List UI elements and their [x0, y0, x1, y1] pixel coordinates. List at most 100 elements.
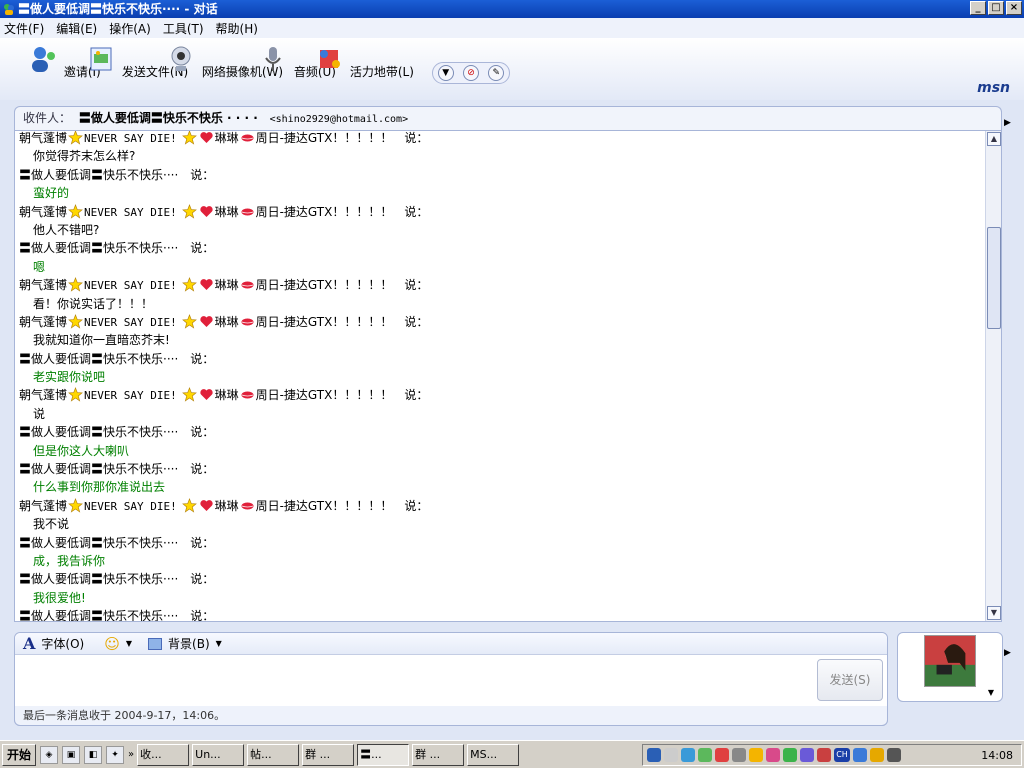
tray-icon[interactable]	[800, 748, 814, 762]
task-item[interactable]: 收...	[137, 743, 190, 766]
quicklaunch-icon[interactable]: ✦	[106, 745, 125, 764]
says-label: 说：	[190, 462, 215, 477]
background-icon[interactable]	[148, 637, 163, 650]
tray-icon[interactable]	[853, 748, 867, 762]
chevron-down-icon[interactable]: ▼	[437, 65, 454, 81]
menu-edit[interactable]: 编辑(E)	[56, 20, 97, 37]
pen-icon[interactable]: ✎	[488, 65, 505, 81]
message-text: 我就知道你一直暗恋芥末!	[33, 333, 170, 348]
star-icon	[68, 387, 83, 403]
menu-actions[interactable]: 操作(A)	[109, 20, 151, 37]
minimize-button[interactable]: _	[970, 1, 986, 15]
menu-file[interactable]: 文件(F)	[4, 20, 44, 37]
activities-icon	[320, 50, 340, 68]
chevron-right-icon[interactable]: ▶	[1004, 118, 1011, 128]
start-button[interactable]: 开始	[2, 743, 37, 766]
sender-name-part: NEVER SAY DIE!	[84, 499, 177, 513]
says-label: 说：	[404, 131, 429, 145]
sender-line: 〓做人要低调〓快乐不快乐···· 说：	[19, 534, 979, 552]
chevron-down-icon[interactable]: ▼	[988, 688, 994, 697]
quicklaunch-icon[interactable]: ▣	[62, 745, 81, 764]
sender-name-part: 琳琳	[214, 314, 239, 329]
avatar[interactable]	[924, 635, 976, 687]
lips-icon	[240, 314, 255, 329]
background-button[interactable]: 背景(B)	[168, 635, 210, 652]
sender-name-part: 琳琳	[214, 278, 239, 293]
sender-name-part: 朝气蓬博	[19, 388, 68, 403]
status-bar: 最后一条消息收于 2004-9-17，14:06。	[14, 706, 888, 726]
chevron-right-icon[interactable]: ▶	[1004, 648, 1011, 658]
sender-line: 朝气蓬博 NEVER SAY DIE! 琳琳 周日-捷达GTX！！！！！ 说：	[19, 386, 979, 404]
task-item[interactable]: Un...	[192, 743, 245, 766]
tray-icon[interactable]	[698, 748, 712, 762]
message-text: 看！你说实话了！！！	[33, 296, 154, 311]
says-label: 说：	[404, 388, 429, 403]
tray-icon[interactable]	[766, 748, 780, 762]
chevron-right-icon[interactable]: »	[128, 749, 134, 760]
sender-name-part: 周日-捷达GTX！！！！！	[255, 388, 393, 403]
menu-help[interactable]: 帮助(H)	[216, 20, 258, 37]
sender-name-part: 〓做人要低调〓快乐不快乐····	[19, 351, 179, 366]
tray-icon[interactable]	[681, 748, 695, 762]
task-item[interactable]: 群 ...	[302, 743, 355, 766]
vertical-scrollbar[interactable]: ▲ ▼	[985, 131, 1001, 621]
conversation-history[interactable]: 朝气蓬博 NEVER SAY DIE! 琳琳 周日-捷达GTX！！！！！ 说： 你觉得芥…	[14, 130, 1002, 622]
task-item[interactable]: 群 ...	[412, 743, 465, 766]
message-text: 蛮好的	[33, 186, 70, 201]
task-item-active[interactable]: 〓...	[357, 743, 410, 766]
chevron-down-icon[interactable]: ▼	[216, 639, 222, 648]
tray-icon[interactable]	[887, 748, 901, 762]
clock[interactable]: 14:08	[981, 749, 1013, 762]
font-button[interactable]: 字体(O)	[41, 635, 84, 652]
task-item[interactable]: MS...	[467, 743, 520, 766]
title-bar[interactable]: 〓做人要低调〓快乐不快乐···· - 对话 _ □ ×	[0, 0, 1024, 18]
heart-icon	[199, 314, 214, 329]
font-icon[interactable]: A	[23, 634, 35, 653]
tray-icon[interactable]	[870, 748, 884, 762]
chevron-down-icon[interactable]: ▼	[126, 639, 132, 648]
sender-name-part: 琳琳	[214, 388, 239, 403]
emoticon-icon[interactable]: ☺	[104, 635, 120, 653]
send-file-icon	[90, 47, 112, 71]
message-text: 你觉得芥末怎么样?	[33, 149, 136, 164]
tray-icon[interactable]	[817, 748, 831, 762]
quicklaunch-icon[interactable]: ◧	[84, 745, 103, 764]
sender-line: 朝气蓬博 NEVER SAY DIE! 琳琳 周日-捷达GTX！！！！！ 说：	[19, 131, 979, 147]
quicklaunch-icon[interactable]: ◈	[40, 745, 59, 764]
lips-icon	[240, 277, 255, 292]
menu-tools[interactable]: 工具(T)	[163, 20, 204, 37]
sender-name-part: NEVER SAY DIE!	[84, 279, 177, 293]
tray-icon[interactable]	[783, 748, 797, 762]
close-button[interactable]: ×	[1006, 1, 1022, 15]
star-icon	[181, 313, 197, 329]
tray-icon[interactable]	[647, 748, 661, 762]
msn-logo: msn	[977, 80, 1010, 96]
sender-name-part: 〓做人要低调〓快乐不快乐····	[19, 167, 179, 182]
sender-name-part: 〓做人要低调〓快乐不快乐····	[19, 535, 179, 550]
tray-ime[interactable]: CH	[834, 748, 850, 762]
sender-name-part: 〓做人要低调〓快乐不快乐····	[19, 241, 179, 256]
block-icon[interactable]: ⊘	[462, 65, 479, 81]
send-button[interactable]: 发送(S)	[817, 659, 883, 701]
sender-name-part: 周日-捷达GTX！！！！！	[255, 204, 393, 219]
maximize-button[interactable]: □	[988, 1, 1004, 15]
scroll-up-button[interactable]: ▲	[987, 132, 1001, 146]
sender-line: 朝气蓬博 NEVER SAY DIE! 琳琳 周日-捷达GTX！！！！！ 说：	[19, 313, 979, 331]
message-input[interactable]	[15, 655, 811, 707]
tray-icon[interactable]	[715, 748, 729, 762]
star-icon	[181, 277, 197, 292]
scroll-down-button[interactable]: ▼	[987, 606, 1001, 620]
sender-line: 〓做人要低调〓快乐不快乐···· 说：	[19, 350, 979, 368]
tray-icon[interactable]	[749, 748, 763, 762]
tray-icon[interactable]	[664, 748, 678, 762]
recipient-name: 〓做人要低调〓快乐不快乐 · · · ·	[78, 111, 258, 125]
window-title: 〓做人要低调〓快乐不快乐···· - 对话	[18, 2, 218, 16]
sender-name-part: 周日-捷达GTX！！！！！	[255, 278, 393, 293]
tray-icon[interactable]	[732, 748, 746, 762]
star-icon	[68, 203, 83, 219]
sender-name-part: 朝气蓬博	[19, 131, 68, 145]
round-button-group: ▼ ⊘ ✎	[432, 62, 510, 84]
scroll-thumb[interactable]	[987, 227, 1001, 329]
activities-button[interactable]: 活力地带(L)	[312, 44, 414, 80]
task-item[interactable]: 帖...	[247, 743, 300, 766]
